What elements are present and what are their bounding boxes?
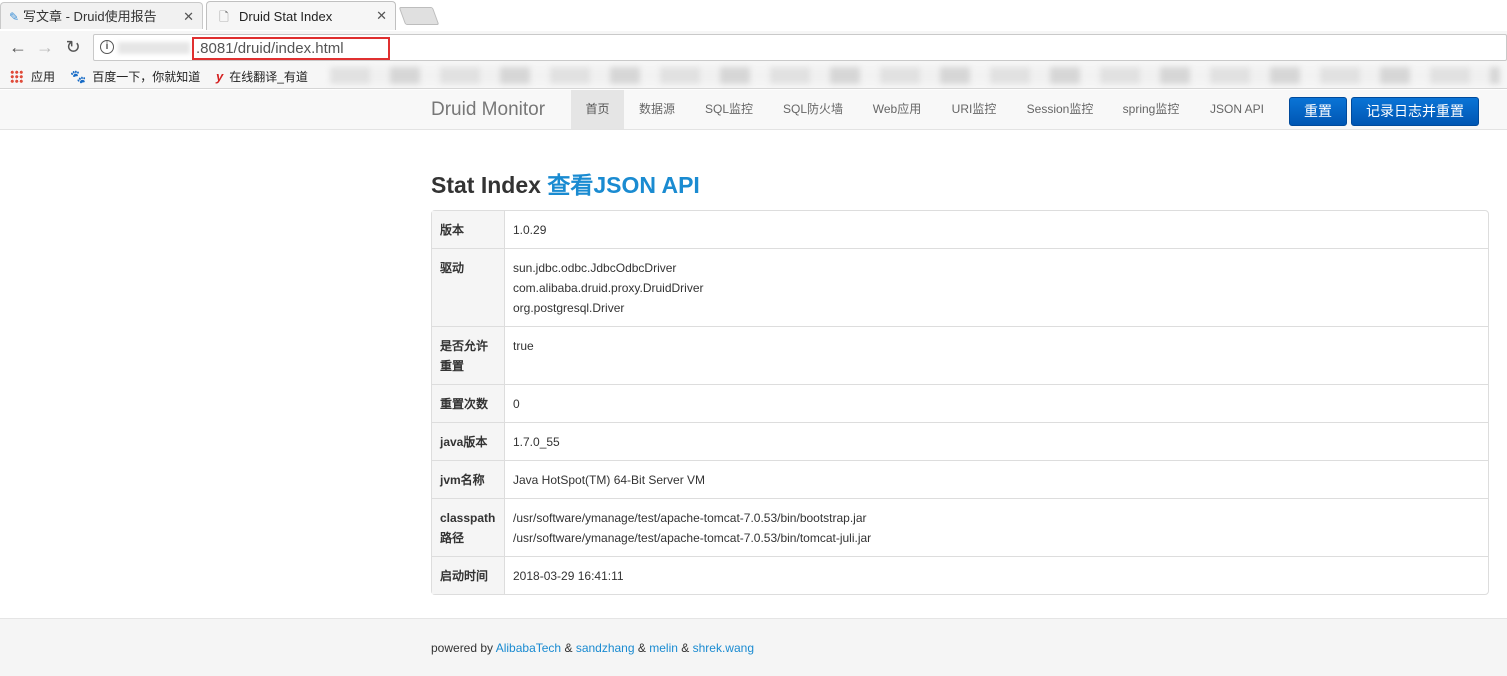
bookmarks-bar: 应用 🐾 百度一下，你就知道 y 在线翻译_有道	[0, 63, 1507, 89]
value-line: Java HotSpot(TM) 64-Bit Server VM	[513, 473, 706, 487]
back-arrow-icon[interactable]: ←	[8, 36, 28, 58]
value-line: 0	[513, 397, 520, 411]
value-line: 2018-03-29 16:41:11	[513, 569, 624, 583]
value-line: /usr/software/ymanage/test/apache-tomcat…	[513, 511, 867, 525]
footer-separator: &	[681, 641, 690, 655]
value-line: com.alibaba.druid.proxy.DruidDriver	[513, 281, 704, 295]
bookmark-youdao[interactable]: y 在线翻译_有道	[216, 68, 308, 85]
nav-web-app[interactable]: Web应用	[862, 90, 932, 129]
row-key: 是否允许重置	[432, 326, 505, 384]
row-key: java版本	[432, 422, 505, 460]
value-line: 1.0.29	[513, 223, 547, 237]
blurred-bookmarks	[330, 67, 1500, 84]
bookmark-label: 百度一下，你就知道	[92, 70, 201, 84]
table-row: 版本 1.0.29	[432, 211, 1488, 248]
footer-link-alibabatech[interactable]: AlibabaTech	[496, 641, 561, 655]
row-value: true	[505, 326, 1488, 384]
tab-title: 写文章 - Druid使用报告	[23, 8, 157, 24]
row-value: 1.0.29	[505, 211, 1488, 248]
nav-home[interactable]: 首页	[571, 90, 624, 129]
footer-separator: &	[564, 641, 573, 655]
browser-tabstrip: ✎ 写文章 - Druid使用报告 ✕ 🗋 Druid Stat Index ✕	[0, 0, 1507, 31]
page-title: Stat Index 查看JSON API	[431, 166, 700, 200]
row-value: 1.7.0_55	[505, 422, 1488, 460]
footer: powered by AlibabaTech & sandzhang & mel…	[0, 618, 1507, 676]
zhihu-feather-icon: ✎	[8, 10, 20, 24]
tab-title: Druid Stat Index	[239, 8, 333, 24]
nav-sql-monitor[interactable]: SQL监控	[693, 90, 765, 129]
row-key: 启动时间	[432, 556, 505, 594]
nav-sql-firewall[interactable]: SQL防火墙	[771, 90, 855, 129]
row-value: Java HotSpot(TM) 64-Bit Server VM	[505, 460, 1488, 498]
browser-tab-1[interactable]: ✎ 写文章 - Druid使用报告 ✕	[0, 2, 203, 29]
table-row: 重置次数 0	[432, 384, 1488, 422]
footer-link-shrek-wang[interactable]: shrek.wang	[693, 641, 754, 655]
browser-toolbar: ← → ↻ i .8081/druid/index.html	[0, 31, 1507, 63]
value-line: true	[513, 339, 534, 353]
title-text: Stat Index	[431, 172, 541, 198]
row-value: 0	[505, 384, 1488, 422]
value-line: 1.7.0_55	[513, 435, 560, 449]
url-text[interactable]: .8081/druid/index.html	[192, 37, 390, 60]
footer-prefix: powered by	[431, 641, 494, 655]
row-value: sun.jdbc.odbc.JdbcOdbcDriver com.alibaba.…	[505, 248, 1488, 326]
nav-session-monitor[interactable]: Session监控	[1018, 90, 1102, 129]
bookmark-label: 在线翻译_有道	[229, 70, 308, 84]
table-row: jvm名称 Java HotSpot(TM) 64-Bit Server VM	[432, 460, 1488, 498]
info-icon[interactable]: i	[100, 40, 114, 54]
row-key: 重置次数	[432, 384, 505, 422]
row-key: 版本	[432, 211, 505, 248]
stat-table: 版本 1.0.29 驱动 sun.jdbc.odbc.JdbcOdbcDriver co…	[431, 210, 1489, 595]
table-row: classpath路径/usr/software/ymanage/test/ap…	[432, 498, 1488, 556]
value-line: /usr/software/ymanage/test/apache-tomcat…	[513, 531, 872, 545]
youdao-icon: y	[216, 69, 224, 84]
forward-arrow-icon[interactable]: →	[35, 36, 55, 58]
new-tab-button[interactable]	[398, 7, 440, 25]
page-icon: 🗋	[219, 10, 229, 24]
value-line: org.postgresql.Driver	[513, 301, 625, 315]
json-api-link[interactable]: 查看JSON API	[547, 172, 700, 198]
footer-link-sandzhang[interactable]: sandzhang	[576, 641, 635, 655]
footer-text: powered by AlibabaTech & sandzhang & mel…	[431, 641, 754, 655]
table-row: java版本 1.7.0_55	[432, 422, 1488, 460]
bookmark-label: 应用	[31, 70, 56, 84]
browser-tab-2[interactable]: 🗋 Druid Stat Index ✕	[206, 1, 396, 30]
apps-grid-icon	[10, 70, 23, 83]
nav-spring-monitor[interactable]: spring监控	[1112, 90, 1190, 129]
footer-separator: &	[637, 641, 646, 655]
nav-datasource[interactable]: 数据源	[628, 90, 686, 129]
close-icon[interactable]: ✕	[183, 3, 194, 30]
nav-json-api[interactable]: JSON API	[1200, 90, 1274, 129]
reload-icon[interactable]: ↻	[63, 36, 83, 58]
table-row: 启动时间 2018-03-29 16:41:11	[432, 556, 1488, 594]
baidu-paw-icon: 🐾	[70, 68, 87, 84]
row-key: classpath路径	[432, 498, 505, 556]
brand-title[interactable]: Druid Monitor	[431, 99, 545, 121]
nav-uri-monitor[interactable]: URI监控	[940, 90, 1008, 129]
table-row: 驱动 sun.jdbc.odbc.JdbcOdbcDriver com.alibab…	[432, 248, 1488, 326]
druid-navbar: Druid Monitor 首页 数据源 SQL监控 SQL防火墙 Web应用 …	[0, 90, 1507, 130]
address-bar[interactable]: i .8081/druid/index.html	[93, 34, 1507, 61]
row-value: /usr/software/ymanage/test/apache-tomcat…	[505, 498, 1488, 556]
log-and-reset-button[interactable]: 记录日志并重置	[1351, 97, 1479, 126]
bookmark-baidu[interactable]: 🐾 百度一下，你就知道	[70, 68, 200, 85]
row-key: 驱动	[432, 248, 505, 326]
blurred-host	[118, 42, 190, 54]
footer-link-melin[interactable]: melin	[649, 641, 678, 655]
reset-button[interactable]: 重置	[1289, 97, 1347, 126]
row-key: jvm名称	[432, 460, 505, 498]
bookmark-apps[interactable]: 应用	[10, 68, 55, 85]
row-value: 2018-03-29 16:41:11	[505, 556, 1488, 594]
value-line: sun.jdbc.odbc.JdbcOdbcDriver	[513, 261, 677, 275]
close-icon[interactable]: ✕	[376, 2, 387, 29]
table-row: 是否允许重置 true	[432, 326, 1488, 384]
